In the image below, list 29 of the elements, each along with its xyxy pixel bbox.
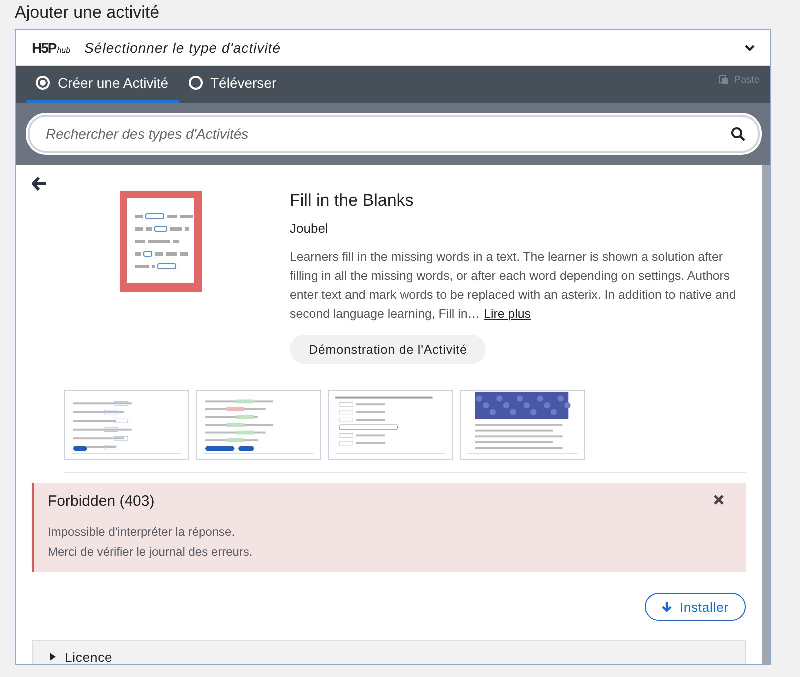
hub-title: Sélectionner le type d'activité [84,40,282,56]
download-arrow-icon [662,602,672,612]
search-field[interactable]: Rechercher des types d'Activités [28,115,760,153]
error-title: Forbidden (403) [48,493,155,510]
search-icon[interactable] [731,127,746,142]
error-message: Merci de vérifier le journal des erreurs. [48,544,254,561]
radio-icon [36,76,50,90]
description-text: Learners fill in the missing words in a text. The learner is shown a solution after filling in all the missing words, or after each word depending on settings. Authors enter text and mark words to be replaced with an asterix. In addition to native and second language learning, Fill in… Lire plus [290,249,738,323]
screenshot-thumbnail[interactable] [460,390,585,460]
tab[interactable]: Téléverser [178,66,287,103]
hub-logo: H5Phub [32,40,71,56]
demo-button[interactable]: Démonstration de l'Activité [290,335,486,364]
error-message: Impossible d'interpréter la réponse. [48,524,236,541]
back-arrow-icon[interactable] [32,177,47,191]
scrollbar[interactable] [762,165,770,664]
screenshot-thumbnail[interactable] [328,390,453,460]
paste-icon [719,75,730,85]
read-more-link[interactable]: Lire plus [484,307,531,321]
content-type-title: Fill in the Blanks [290,191,415,211]
author-name: Joubel [290,221,330,236]
page-title: Ajouter une activité [15,3,161,23]
screenshot-thumbnail[interactable] [196,390,321,460]
caret-right-icon [49,653,57,661]
screenshot-thumbnail[interactable] [64,390,189,460]
install-button[interactable]: Installer [644,593,746,621]
radio-icon [188,76,202,90]
fill-in-blanks-icon [120,191,202,292]
licence-toggle[interactable]: Licence [32,640,746,664]
close-icon[interactable] [714,495,724,505]
